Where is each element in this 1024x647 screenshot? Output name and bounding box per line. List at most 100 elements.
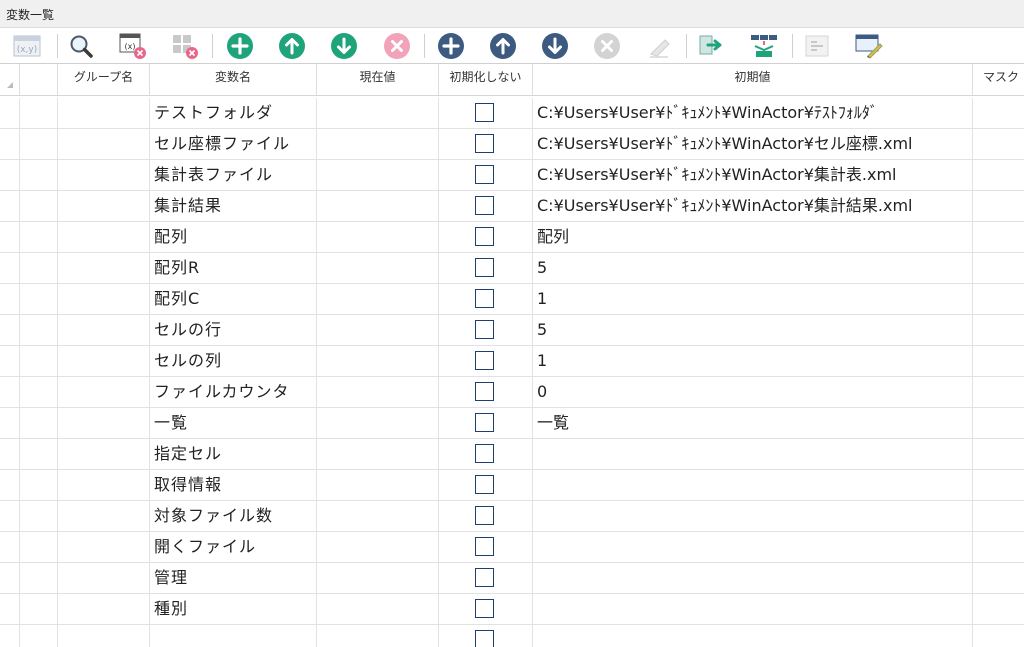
sel-cell[interactable]: [0, 470, 20, 500]
current-cell[interactable]: [317, 253, 439, 283]
idx-cell[interactable]: [20, 253, 58, 283]
mask-cell[interactable]: [973, 253, 1024, 283]
sel-cell[interactable]: [0, 377, 20, 407]
no-init-checkbox[interactable]: [475, 506, 494, 525]
table-row[interactable]: 取得情報: [0, 470, 1024, 501]
initial-value-cell[interactable]: [533, 532, 973, 562]
mask-cell[interactable]: [973, 346, 1024, 376]
table-row[interactable]: 一覧 一覧: [0, 408, 1024, 439]
no-init-checkbox[interactable]: [475, 599, 494, 618]
no-init-cell[interactable]: [439, 408, 533, 438]
table-row[interactable]: 集計結果 C:¥Users¥User¥ﾄﾞｷｭﾒﾝﾄ¥WinActor¥集計結果.…: [0, 191, 1024, 222]
current-cell[interactable]: [317, 625, 439, 647]
group-cell[interactable]: [58, 563, 150, 593]
variable-name-cell[interactable]: [150, 625, 317, 647]
add-navy-icon[interactable]: [436, 31, 466, 61]
current-cell[interactable]: [317, 222, 439, 252]
idx-cell[interactable]: [20, 346, 58, 376]
no-init-checkbox[interactable]: [475, 320, 494, 339]
group-cell[interactable]: [58, 315, 150, 345]
idx-cell[interactable]: [20, 439, 58, 469]
sel-cell[interactable]: [0, 563, 20, 593]
header-initial-value[interactable]: 初期値: [533, 64, 973, 95]
idx-cell[interactable]: [20, 594, 58, 624]
header-no-init[interactable]: 初期化しない: [439, 64, 533, 95]
mask-cell[interactable]: [973, 191, 1024, 221]
group-cell[interactable]: [58, 222, 150, 252]
table-row[interactable]: セルの列 1: [0, 346, 1024, 377]
no-init-cell[interactable]: [439, 222, 533, 252]
mask-cell[interactable]: [973, 315, 1024, 345]
variable-name-cell[interactable]: 取得情報: [150, 470, 317, 500]
current-cell[interactable]: [317, 532, 439, 562]
idx-cell[interactable]: [20, 284, 58, 314]
group-cell[interactable]: [58, 439, 150, 469]
mask-cell[interactable]: [973, 222, 1024, 252]
initial-value-cell[interactable]: C:¥Users¥User¥ﾄﾞｷｭﾒﾝﾄ¥WinActor¥ﾃｽﾄﾌｫﾙﾀﾞ: [533, 98, 973, 128]
sel-cell[interactable]: [0, 284, 20, 314]
current-cell[interactable]: [317, 160, 439, 190]
indent-icon[interactable]: [802, 31, 832, 61]
idx-cell[interactable]: [20, 501, 58, 531]
group-cell[interactable]: [58, 284, 150, 314]
no-init-cell[interactable]: [439, 501, 533, 531]
sel-cell[interactable]: [0, 191, 20, 221]
sel-cell[interactable]: [0, 594, 20, 624]
no-init-cell[interactable]: [439, 315, 533, 345]
no-init-checkbox[interactable]: [475, 165, 494, 184]
initial-value-cell[interactable]: [533, 439, 973, 469]
eraser-icon[interactable]: [644, 31, 674, 61]
variable-name-cell[interactable]: 配列R: [150, 253, 317, 283]
no-init-cell[interactable]: [439, 98, 533, 128]
group-cell[interactable]: [58, 346, 150, 376]
initial-value-cell[interactable]: 5: [533, 315, 973, 345]
initial-value-cell[interactable]: [533, 470, 973, 500]
group-cell[interactable]: [58, 532, 150, 562]
group-cell[interactable]: [58, 129, 150, 159]
idx-cell[interactable]: [20, 98, 58, 128]
no-init-cell[interactable]: [439, 377, 533, 407]
variable-name-cell[interactable]: 配列: [150, 222, 317, 252]
up-navy-icon[interactable]: [488, 31, 518, 61]
variable-name-cell[interactable]: テストフォルダ: [150, 98, 317, 128]
initial-value-cell[interactable]: 0: [533, 377, 973, 407]
table-row[interactable]: テストフォルダ C:¥Users¥User¥ﾄﾞｷｭﾒﾝﾄ¥WinActor¥ﾃｽ…: [0, 98, 1024, 129]
group-cell[interactable]: [58, 594, 150, 624]
variable-name-cell[interactable]: セルの行: [150, 315, 317, 345]
idx-cell[interactable]: [20, 563, 58, 593]
current-cell[interactable]: [317, 501, 439, 531]
no-init-cell[interactable]: [439, 563, 533, 593]
sel-cell[interactable]: [0, 315, 20, 345]
no-init-cell[interactable]: [439, 191, 533, 221]
table-row[interactable]: 開くファイル: [0, 532, 1024, 563]
variable-name-cell[interactable]: 一覧: [150, 408, 317, 438]
no-init-cell[interactable]: [439, 346, 533, 376]
header-group[interactable]: グループ名: [58, 64, 150, 95]
current-cell[interactable]: [317, 129, 439, 159]
sel-cell[interactable]: [0, 253, 20, 283]
mask-cell[interactable]: [973, 563, 1024, 593]
group-cell[interactable]: [58, 98, 150, 128]
current-cell[interactable]: [317, 377, 439, 407]
group-cell[interactable]: [58, 191, 150, 221]
initial-value-cell[interactable]: 配列: [533, 222, 973, 252]
table-row[interactable]: 集計表ファイル C:¥Users¥User¥ﾄﾞｷｭﾒﾝﾄ¥WinActor¥集計…: [0, 160, 1024, 191]
initial-value-cell[interactable]: C:¥Users¥User¥ﾄﾞｷｭﾒﾝﾄ¥WinActor¥集計表.xml: [533, 160, 973, 190]
up-green-icon[interactable]: [277, 31, 307, 61]
no-init-checkbox[interactable]: [475, 630, 494, 647]
current-cell[interactable]: [317, 346, 439, 376]
clear-grid-icon[interactable]: [170, 31, 200, 61]
no-init-checkbox[interactable]: [475, 134, 494, 153]
mask-cell[interactable]: [973, 439, 1024, 469]
variable-name-cell[interactable]: 指定セル: [150, 439, 317, 469]
no-init-checkbox[interactable]: [475, 537, 494, 556]
sel-cell[interactable]: [0, 501, 20, 531]
down-navy-icon[interactable]: [540, 31, 570, 61]
mask-cell[interactable]: [973, 377, 1024, 407]
no-init-checkbox[interactable]: [475, 413, 494, 432]
initial-value-cell[interactable]: 1: [533, 284, 973, 314]
group-cell[interactable]: [58, 470, 150, 500]
header-current-value[interactable]: 現在値: [317, 64, 439, 95]
table-row[interactable]: セル座標ファイル C:¥Users¥User¥ﾄﾞｷｭﾒﾝﾄ¥WinActor¥セ…: [0, 129, 1024, 160]
no-init-cell[interactable]: [439, 160, 533, 190]
